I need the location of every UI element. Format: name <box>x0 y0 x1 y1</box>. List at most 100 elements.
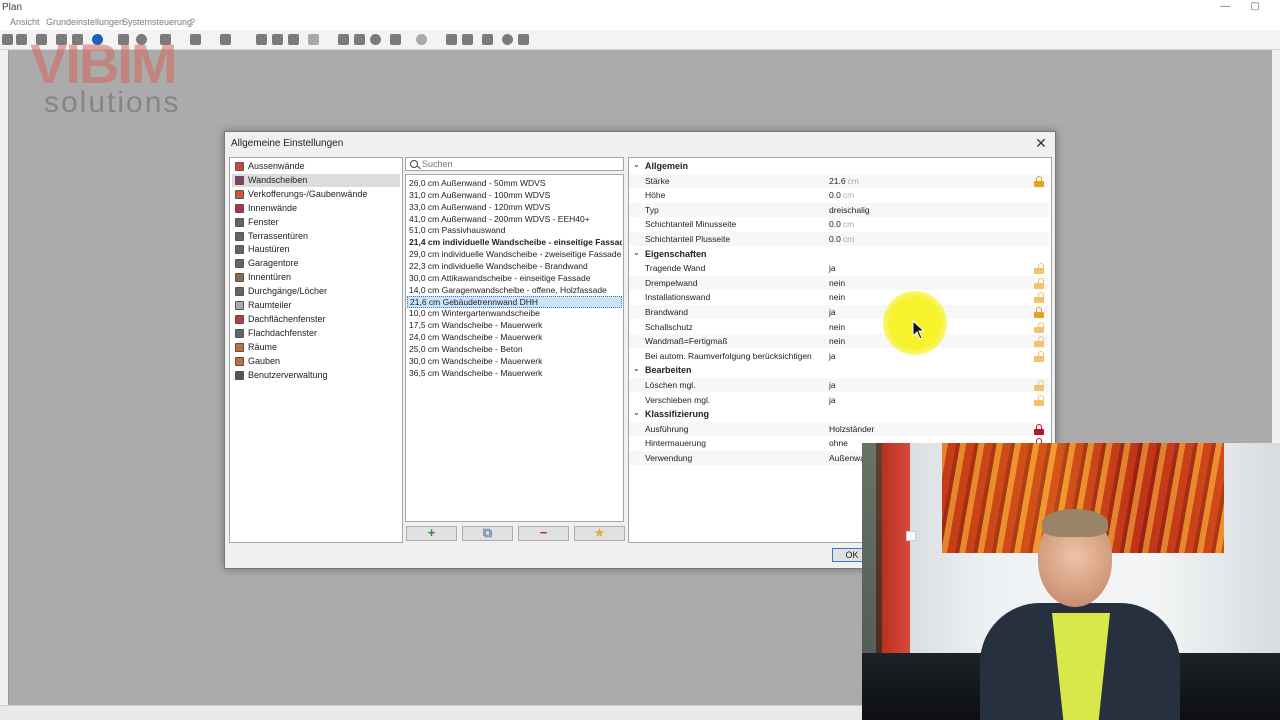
property-value[interactable]: 0.0 cm <box>829 234 854 244</box>
menu-systemsteuerung[interactable]: Systemsteuerung <box>122 17 192 27</box>
save-icon[interactable] <box>16 34 27 45</box>
property-row[interactable]: Verschieben mgl. ja <box>629 393 1049 407</box>
category-item[interactable]: Räume <box>232 341 400 354</box>
snap-icon[interactable] <box>416 34 427 45</box>
category-item[interactable]: Verkofferungs-/Gaubenwände <box>232 188 400 201</box>
category-item[interactable]: Raumteiler <box>232 299 400 312</box>
maximize-button[interactable]: ▢ <box>1244 0 1266 16</box>
property-value[interactable]: nein <box>829 322 845 332</box>
home-view-icon[interactable] <box>220 34 231 45</box>
property-row[interactable]: Ausführung Holzständer <box>629 421 1049 436</box>
property-value[interactable]: ohne <box>829 438 848 448</box>
wall-type-item[interactable]: 21,6 cm Gebäudetrennwand DHH <box>407 295 622 308</box>
trim-icon[interactable] <box>462 34 473 45</box>
menu-ansicht[interactable]: Ansicht <box>10 17 40 27</box>
wall-type-item[interactable]: 22,3 cm individuelle Wandscheibe - Brand… <box>407 260 622 272</box>
search-box[interactable] <box>405 157 624 171</box>
property-row[interactable]: Schallschutz nein <box>629 320 1049 334</box>
pan-icon[interactable] <box>308 34 319 45</box>
wall-type-item[interactable]: 41,0 cm Außenwand - 200mm WDVS - EEH40+ <box>407 213 622 225</box>
property-row[interactable]: Schichtanteil Minusseite 0.0 cm <box>629 217 1049 231</box>
unlocked-icon[interactable] <box>1034 394 1044 406</box>
property-value[interactable]: ja <box>829 263 836 273</box>
property-group-header[interactable]: ⌄ Klassifizierung <box>629 407 1049 421</box>
wall-type-item[interactable]: 14,0 cm Garagenwandscheibe - offene, Hol… <box>407 284 622 296</box>
copy-object-icon[interactable] <box>354 34 365 45</box>
wall-type-item[interactable]: 31,0 cm Außenwand - 100mm WDVS <box>407 189 622 201</box>
category-item[interactable]: Haustüren <box>232 243 400 256</box>
wall-type-item[interactable]: 51,0 cm Passivhauswand <box>407 224 622 236</box>
chevron-down-icon[interactable]: ⌄ <box>633 248 640 257</box>
unlocked-icon[interactable] <box>1034 292 1044 304</box>
category-item[interactable]: Dachflächenfenster <box>232 313 400 326</box>
category-item[interactable]: Innentüren <box>232 271 400 284</box>
unlocked-icon[interactable] <box>1034 263 1044 275</box>
unlocked-icon[interactable] <box>1034 277 1044 289</box>
close-button[interactable]: ✕ <box>1033 134 1049 152</box>
wall-type-item[interactable]: 10,0 cm Wintergartenwandscheibe <box>407 307 622 319</box>
category-item[interactable]: Wandscheiben <box>232 173 400 187</box>
wall-type-item[interactable]: 36,5 cm Wandscheibe - Mauerwerk <box>407 367 622 379</box>
camera-icon[interactable] <box>518 34 529 45</box>
property-row[interactable]: Drempelwand nein <box>629 275 1049 290</box>
property-value[interactable]: ja <box>829 351 836 361</box>
open-icon[interactable] <box>2 34 13 45</box>
property-group-header[interactable]: ⌄ Bearbeiten <box>629 363 1049 377</box>
lock-icon[interactable] <box>1034 423 1044 435</box>
wall-type-item[interactable]: 24,0 cm Wandscheibe - Mauerwerk <box>407 331 622 343</box>
category-item[interactable]: Fenster <box>232 216 400 229</box>
wall-type-item[interactable]: 21,4 cm individuelle Wandscheibe - einse… <box>407 236 622 248</box>
wall-type-item[interactable]: 26,0 cm Außenwand - 50mm WDVS <box>407 177 622 189</box>
remove-button[interactable]: − <box>518 526 569 541</box>
property-row[interactable]: Löschen mgl. ja <box>629 378 1049 392</box>
wall-type-item[interactable]: 30,0 cm Attikawandscheibe - einseitige F… <box>407 272 622 284</box>
property-value[interactable]: Holzständer <box>829 424 874 434</box>
property-value[interactable]: nein <box>829 278 845 288</box>
property-row[interactable]: Stärke 21.6 cm <box>629 173 1049 188</box>
minimize-button[interactable]: — <box>1214 0 1236 16</box>
rotate-icon[interactable] <box>370 34 381 45</box>
property-row[interactable]: Tragende Wand ja <box>629 261 1049 275</box>
property-row[interactable]: Höhe 0.0 cm <box>629 188 1049 202</box>
category-item[interactable]: Flachdachfenster <box>232 327 400 340</box>
category-item[interactable]: Durchgänge/Löcher <box>232 285 400 298</box>
wall-type-item[interactable]: 33,0 cm Außenwand - 120mm WDVS <box>407 201 622 213</box>
category-item[interactable]: Innenwände <box>232 202 400 215</box>
property-value[interactable]: 21.6 cm <box>829 176 859 186</box>
property-row[interactable]: Wandmaß=Fertigmaß nein <box>629 334 1049 349</box>
category-item[interactable]: Terrassentüren <box>232 230 400 243</box>
zoom-fit-icon[interactable] <box>272 34 283 45</box>
property-value[interactable]: ja <box>829 395 836 405</box>
property-value[interactable]: Außenwa <box>829 453 865 463</box>
property-row[interactable]: Brandwand ja <box>629 305 1049 319</box>
wall-type-item[interactable]: 30,0 cm Wandscheibe - Mauerwerk <box>407 355 622 367</box>
property-row[interactable]: Installationswand nein <box>629 290 1049 304</box>
property-value[interactable]: ja <box>829 380 836 390</box>
lock-icon[interactable] <box>1034 175 1044 187</box>
menu-help[interactable]: ? <box>190 17 195 27</box>
copy-button[interactable]: ⧉ <box>462 526 513 541</box>
category-item[interactable]: Aussenwände <box>232 160 400 173</box>
property-row[interactable]: Typ dreischalig <box>629 202 1049 217</box>
category-item[interactable]: Gauben <box>232 355 400 368</box>
property-group-header[interactable]: ⌄ Eigenschaften <box>629 247 1049 261</box>
property-value[interactable]: dreischalig <box>829 205 870 215</box>
property-row[interactable]: Bei autom. Raumverfolgung berücksichtige… <box>629 349 1049 363</box>
measure-icon[interactable] <box>390 34 401 45</box>
object-icon[interactable] <box>338 34 349 45</box>
unlocked-icon[interactable] <box>1034 336 1044 348</box>
property-value[interactable]: nein <box>829 292 845 302</box>
delete-icon[interactable] <box>446 34 457 45</box>
category-item[interactable]: Benutzerverwaltung <box>232 369 400 382</box>
chevron-down-icon[interactable]: ⌄ <box>633 160 640 169</box>
split-icon[interactable] <box>482 34 493 45</box>
wall-type-item[interactable]: 17,5 cm Wandscheibe - Mauerwerk <box>407 319 622 331</box>
lock-icon[interactable] <box>1034 307 1044 318</box>
property-value[interactable]: nein <box>829 336 845 346</box>
unlocked-icon[interactable] <box>1034 350 1044 362</box>
property-value[interactable]: 0.0 cm <box>829 190 854 200</box>
wall-type-item[interactable]: 29,0 cm individuelle Wandscheibe - zweis… <box>407 248 622 260</box>
property-value[interactable]: ja <box>829 307 836 317</box>
unlocked-icon[interactable] <box>1034 321 1044 333</box>
favorite-button[interactable]: ★ <box>574 526 625 541</box>
